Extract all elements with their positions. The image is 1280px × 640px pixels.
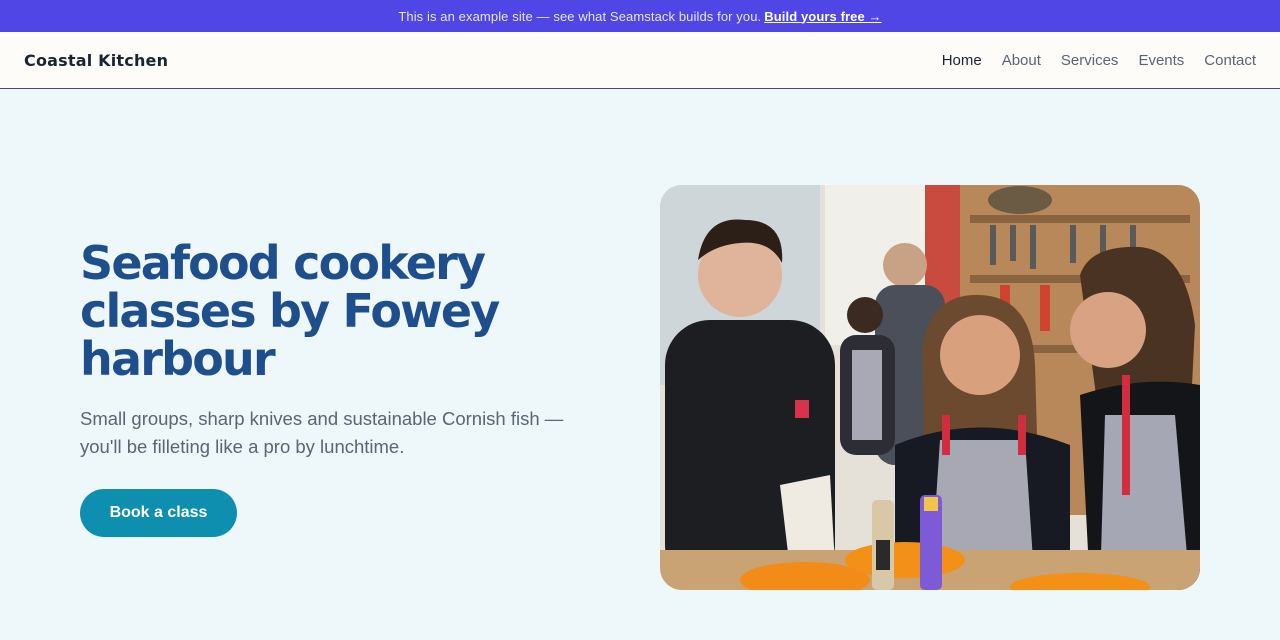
build-yours-free-link[interactable]: Build yours free → bbox=[764, 9, 881, 24]
promo-banner: This is an example site — see what Seams… bbox=[0, 0, 1280, 32]
site-logo[interactable]: Coastal Kitchen bbox=[24, 51, 168, 70]
hero-title-line: harbour bbox=[80, 332, 276, 386]
nav-contact[interactable]: Contact bbox=[1204, 52, 1256, 69]
hero-subtitle-line: you'll be filleting like a pro by luncht… bbox=[80, 436, 405, 457]
hero-section: Seafood cookery classes by Fowey harbour… bbox=[0, 89, 1280, 640]
book-a-class-button[interactable]: Book a class bbox=[80, 489, 237, 537]
cookery-class-photo bbox=[660, 185, 1200, 590]
hero-title: Seafood cookery classes by Fowey harbour bbox=[80, 239, 620, 383]
nav-events[interactable]: Events bbox=[1138, 52, 1184, 69]
hero-title-line: classes by Fowey bbox=[80, 284, 500, 338]
nav-services[interactable]: Services bbox=[1061, 52, 1119, 69]
hero-subtitle: Small groups, sharp knives and sustainab… bbox=[80, 405, 600, 461]
nav-home[interactable]: Home bbox=[942, 52, 982, 69]
banner-text: This is an example site — see what Seams… bbox=[398, 8, 762, 24]
hero-text: Seafood cookery classes by Fowey harbour… bbox=[80, 239, 620, 537]
nav-about[interactable]: About bbox=[1002, 52, 1041, 69]
hero-subtitle-line: Small groups, sharp knives and sustainab… bbox=[80, 408, 564, 429]
site-header: Coastal Kitchen Home About Services Even… bbox=[0, 32, 1280, 89]
hero-photo bbox=[660, 185, 1200, 590]
hero-title-line: Seafood cookery bbox=[80, 236, 486, 290]
main-nav: Home About Services Events Contact bbox=[942, 52, 1256, 69]
